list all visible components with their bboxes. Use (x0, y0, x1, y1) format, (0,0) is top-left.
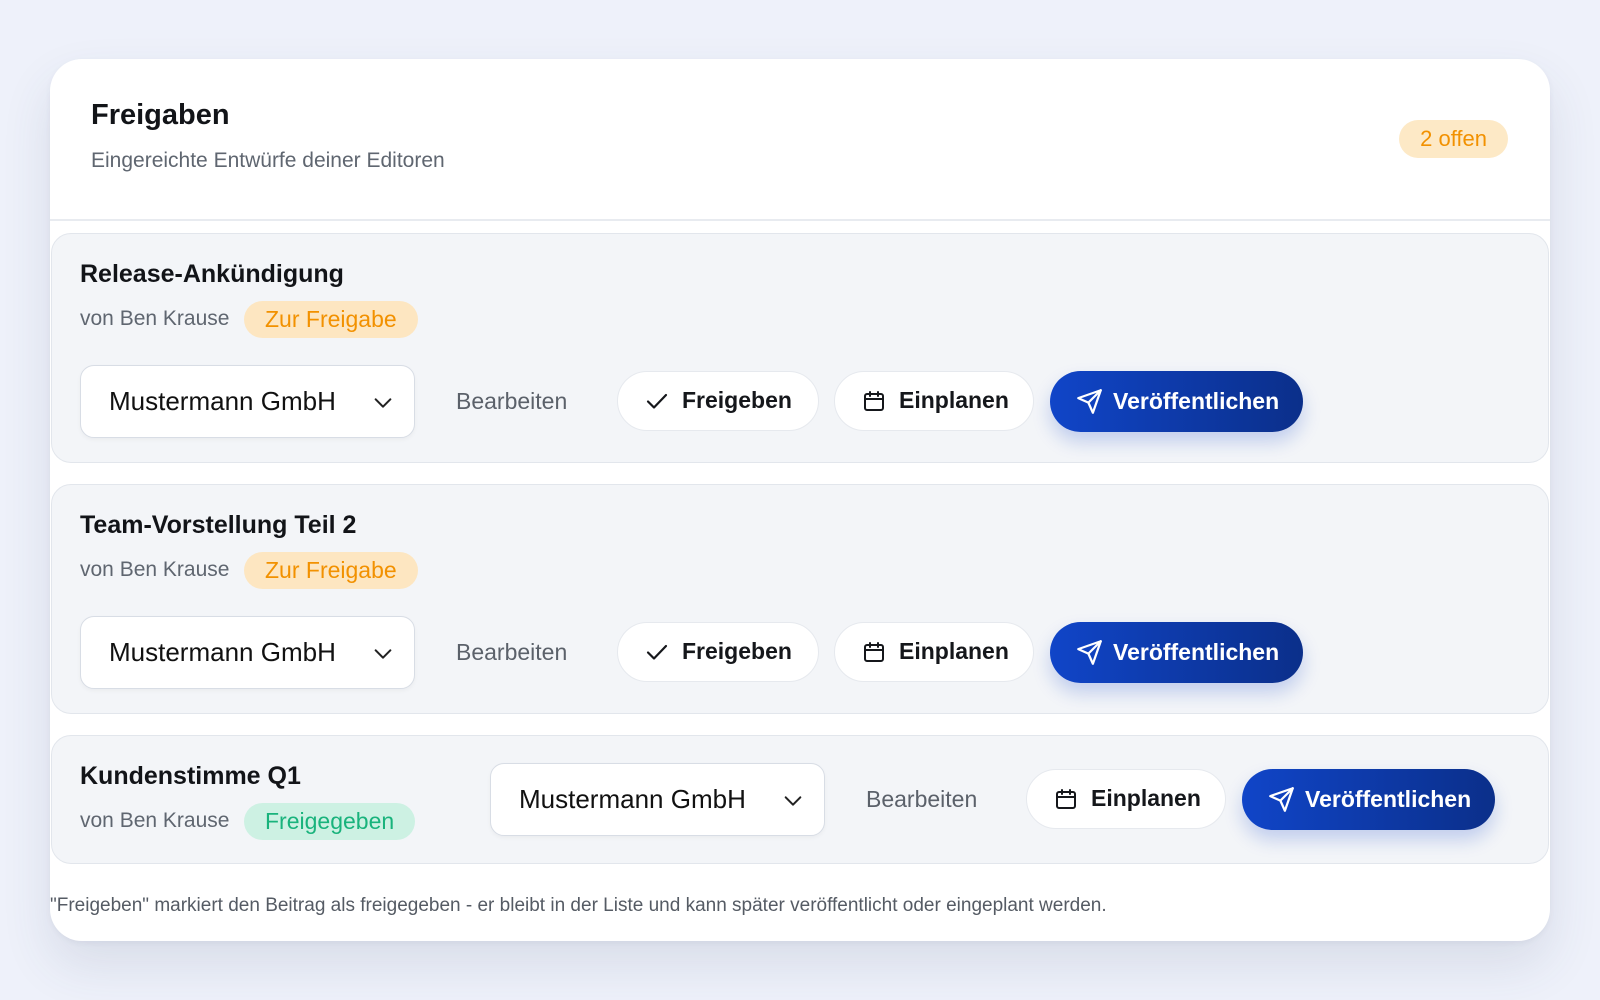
account-select[interactable]: Mustermann GmbH (80, 616, 415, 689)
submission-title: Kundenstimme Q1 (80, 762, 301, 790)
submission-author: von Ben Krause (80, 809, 230, 832)
publish-button-label: Veröffentlichen (1113, 639, 1280, 665)
submission-title: Team-Vorstellung Teil 2 (80, 511, 357, 539)
check-icon (646, 644, 668, 660)
schedule-button-label: Einplanen (1091, 785, 1201, 811)
calendar-icon (864, 642, 884, 662)
chevron-down-icon (374, 649, 392, 659)
publish-button-label: Veröffentlichen (1113, 388, 1280, 414)
page-title: Freigaben (91, 99, 230, 131)
submission-title: Release-Ankündigung (80, 260, 344, 288)
edit-button[interactable]: Bearbeiten (456, 622, 567, 682)
chevron-down-icon (374, 398, 392, 408)
submission-author: von Ben Krause (80, 558, 230, 581)
status-badge: Zur Freigabe (244, 301, 418, 338)
footnote: "Freigeben" markiert den Beitrag als fre… (50, 895, 1107, 916)
publish-button[interactable]: Veröffentlichen (1050, 622, 1303, 683)
submission-author: von Ben Krause (80, 307, 230, 330)
edit-button[interactable]: Bearbeiten (866, 769, 977, 829)
calendar-icon (1056, 789, 1076, 809)
account-select[interactable]: Mustermann GmbH (80, 365, 415, 438)
publish-button[interactable]: Veröffentlichen (1050, 371, 1303, 432)
chevron-down-icon (784, 796, 802, 806)
schedule-button[interactable]: Einplanen (1026, 769, 1226, 829)
approvals-card: Freigaben Eingereichte Entwürfe deiner E… (50, 59, 1550, 941)
approve-button[interactable]: Freigeben (617, 622, 819, 682)
publish-button-label: Veröffentlichen (1305, 786, 1472, 812)
card-header: Freigaben Eingereichte Entwürfe deiner E… (50, 59, 1550, 221)
page-subtitle: Eingereichte Entwürfe deiner Editoren (91, 149, 445, 172)
publish-button[interactable]: Veröffentlichen (1242, 769, 1495, 830)
open-count-badge: 2 offen (1399, 120, 1508, 158)
submission-row: Release-Ankündigung von Ben Krause Zur F… (51, 233, 1549, 463)
status-badge: Zur Freigabe (244, 552, 418, 589)
submission-row: Kundenstimme Q1 von Ben Krause Freigegeb… (51, 735, 1549, 864)
account-select-value: Mustermann GmbH (519, 784, 746, 814)
schedule-button-label: Einplanen (899, 638, 1009, 664)
edit-button[interactable]: Bearbeiten (456, 371, 567, 431)
approve-button[interactable]: Freigeben (617, 371, 819, 431)
send-icon (1077, 640, 1102, 665)
account-select-value: Mustermann GmbH (109, 386, 336, 416)
schedule-button-label: Einplanen (899, 387, 1009, 413)
calendar-icon (864, 391, 884, 411)
schedule-button[interactable]: Einplanen (834, 622, 1034, 682)
status-badge: Freigegeben (244, 803, 416, 840)
submission-row: Team-Vorstellung Teil 2 von Ben Krause Z… (51, 484, 1549, 714)
check-icon (646, 393, 668, 409)
schedule-button[interactable]: Einplanen (834, 371, 1034, 431)
approve-button-label: Freigeben (682, 638, 792, 664)
account-select[interactable]: Mustermann GmbH (490, 763, 825, 836)
approve-button-label: Freigeben (682, 387, 792, 413)
account-select-value: Mustermann GmbH (109, 637, 336, 667)
send-icon (1077, 389, 1102, 414)
send-icon (1269, 787, 1294, 812)
